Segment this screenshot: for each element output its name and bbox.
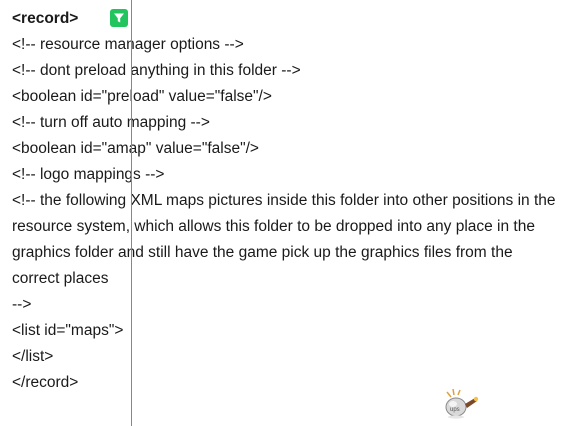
xml-comment-auto-mapping: <!-- turn off auto mapping -->: [12, 114, 210, 131]
vertical-guide-line: [131, 0, 132, 426]
xml-boolean-amap: <boolean id="amap" value="false"/>: [12, 140, 259, 157]
xml-comment-close: -->: [12, 296, 32, 313]
xml-comment-maps-description: <!-- the following XML maps pictures ins…: [12, 192, 556, 287]
xml-comment-dont-preload: <!-- dont preload anything in this folde…: [12, 62, 301, 79]
svg-text:ups: ups: [450, 407, 460, 413]
xml-comment-logo-mappings: <!-- logo mappings -->: [12, 166, 165, 183]
filter-button[interactable]: [110, 9, 128, 27]
filter-icon: [114, 13, 124, 23]
xml-line-record-open: <record>: [12, 10, 79, 27]
xml-list-close: </list>: [12, 348, 54, 365]
xml-list-maps-open: <list id="maps">: [12, 322, 124, 339]
xml-comment-resource-manager: <!-- resource manager options -->: [12, 36, 244, 53]
xml-document: <record> <!-- resource manager options -…: [12, 6, 564, 396]
xml-boolean-preload: <boolean id="preload" value="false"/>: [12, 88, 272, 105]
ups-mascot-icon[interactable]: ups: [438, 386, 480, 420]
xml-record-close: </record>: [12, 374, 79, 391]
